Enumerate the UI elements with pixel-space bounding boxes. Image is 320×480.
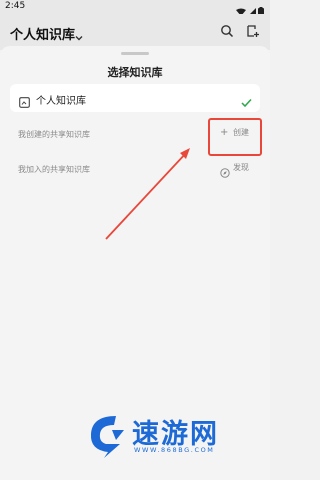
scrim [0,0,270,50]
watermark: 速游网 WWW.868BG.COM [86,412,256,460]
created-shared-kb-label: 我创建的共享知识库 [18,130,90,139]
joined-shared-kb-label: 我加入的共享知识库 [18,165,90,174]
annotation-highlight-box [208,118,262,156]
watermark-url: WWW.868BG.COM [134,446,215,454]
kb-item-label: 个人知识库 [36,96,86,107]
watermark-logo [90,416,124,458]
check-icon [241,93,252,108]
compass-icon [220,163,230,178]
notebook-icon [19,93,30,108]
sheet-title: 选择知识库 [107,66,163,79]
kb-item-personal[interactable]: 个人知识库 [10,84,260,112]
discover-button-label: 发现 [233,163,249,172]
sheet-drag-handle[interactable] [121,52,149,55]
